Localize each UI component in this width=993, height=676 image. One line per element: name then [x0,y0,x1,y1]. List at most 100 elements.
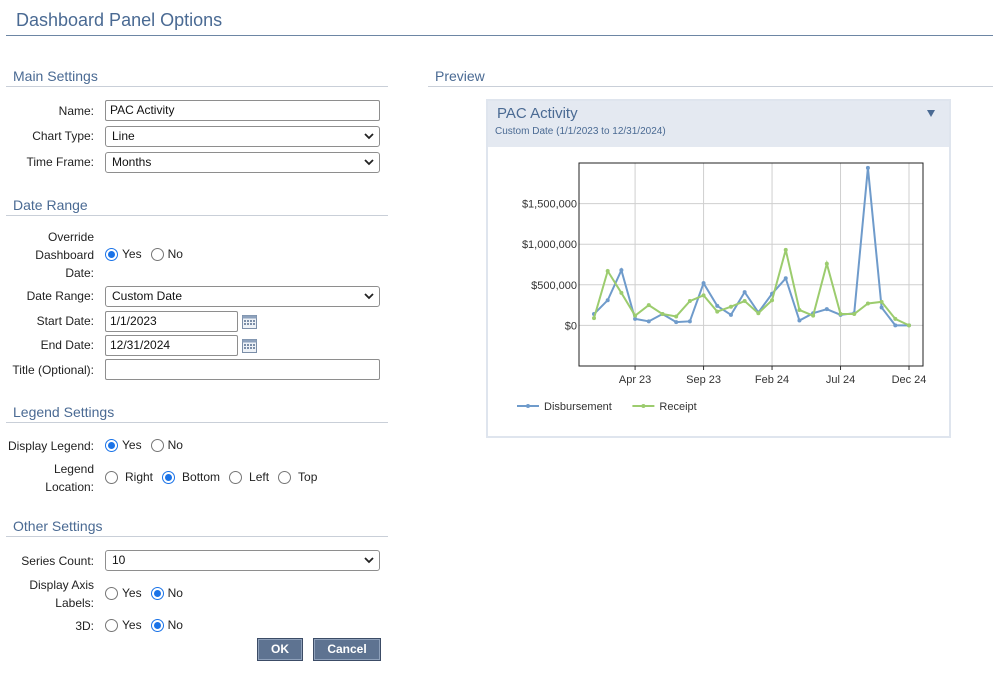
legend-location-radio-group: Right Bottom Left Top [105,470,326,484]
series-count-select[interactable]: 10 [105,550,380,571]
legend-right-radio[interactable] [105,470,118,484]
title-divider [6,35,993,36]
override-yes-radio[interactable] [105,247,118,261]
data-point-receipt [811,313,816,318]
time-frame-label: Time Frame: [26,155,94,169]
data-point-receipt [879,299,884,304]
preview-chart-area: $0 $500,000 $1,000,000 $1,500,000 Apr 23 Sep … [488,147,949,436]
data-point-receipt [756,311,761,316]
x-tick-label: Dec 24 [892,374,927,386]
override-radio-group: Yes No [105,247,192,261]
data-point-disbursement [797,318,802,323]
x-tick-label: Jul 24 [826,374,855,386]
series-count-label: Series Count: [21,554,94,568]
chevron-down-icon [364,557,374,564]
display-legend-label: Display Legend: [7,439,94,453]
line-chart: $0 $500,000 $1,000,000 $1,500,000 Apr 23 Sep … [517,162,927,413]
legend-marker-receipt [641,404,646,408]
triangle-down-icon[interactable] [926,108,936,118]
name-label: Name: [58,104,94,118]
data-point-disbursement [687,319,692,324]
data-point-disbursement [619,268,624,273]
display-legend-radio-group: Yes No [105,438,192,452]
data-point-receipt [824,261,829,266]
data-point-receipt [674,314,679,319]
data-point-receipt [783,247,788,252]
display-legend-yes-radio[interactable] [105,438,118,452]
date-range-heading: Date Range [6,194,388,216]
legend-label-receipt: Receipt [659,401,696,413]
preview-heading: Preview [428,65,993,87]
threed-yes-radio[interactable] [105,618,118,632]
override-label-line2: Dashboard [35,248,94,262]
threed-label: 3D: [75,619,94,633]
legend-top-radio[interactable] [278,470,292,484]
data-point-receipt [865,301,870,306]
data-point-receipt [687,299,692,304]
threed-no-label: No [167,618,183,632]
display-legend-no-radio[interactable] [150,438,164,452]
axis-labels-radio-group: Yes No [105,586,192,600]
axis-labels-yes-radio[interactable] [105,586,118,600]
data-point-disbursement [783,276,788,281]
ok-button[interactable]: OK [257,638,303,661]
data-point-receipt [592,316,596,321]
title-optional-label: Title (Optional): [12,363,94,377]
x-tick-label: Sep 23 [686,374,721,386]
y-tick-label: $1,500,000 [522,199,577,211]
chevron-down-icon [364,159,374,166]
legend-left-label: Left [249,470,270,484]
data-point-disbursement [605,298,610,303]
legend-bottom-radio[interactable] [162,470,176,484]
calendar-icon[interactable] [242,314,257,329]
title-optional-input[interactable] [105,359,380,380]
time-frame-select[interactable]: Months [105,152,380,173]
cancel-button[interactable]: Cancel [313,638,381,661]
legend-location-label-line2: Location: [45,480,94,494]
override-label-line1: Override [47,230,94,244]
override-no-label: No [167,247,183,261]
data-point-disbursement [701,281,706,286]
data-point-receipt [701,293,706,298]
series-count-value: 10 [112,553,126,567]
preview-panel-header: PAC Activity Custom Date (1/1/2023 to 12… [488,101,949,147]
data-point-receipt [605,268,610,273]
data-point-disbursement [824,307,829,312]
chart-type-label: Chart Type: [32,129,94,143]
data-point-receipt [728,304,733,309]
data-point-receipt [633,313,638,318]
axis-labels-label-line1: Display Axis [29,578,94,592]
name-input[interactable]: PAC Activity [105,100,380,121]
override-no-radio[interactable] [150,247,164,261]
axis-labels-no-radio[interactable] [150,586,164,600]
start-date-label: Start Date: [36,314,94,328]
date-range-value: Custom Date [112,289,183,303]
page-title: Dashboard Panel Options [16,10,223,30]
date-range-select[interactable]: Custom Date [105,286,380,307]
data-point-receipt [838,312,843,317]
override-label-line3: Date: [65,266,94,280]
chevron-down-icon [364,293,374,300]
data-point-disbursement [865,165,870,170]
y-tick-label: $500,000 [531,280,577,292]
end-date-input[interactable]: 12/31/2024 [105,335,238,356]
axis-labels-yes-label: Yes [122,586,142,600]
chart-type-select[interactable]: Line [105,126,380,147]
data-point-receipt [852,312,857,317]
date-range-label: Date Range: [26,289,94,303]
x-tick-label: Apr 23 [619,374,651,386]
legend-left-radio[interactable] [229,470,243,484]
threed-yes-label: Yes [122,618,142,632]
legend-top-label: Top [298,470,318,484]
data-point-receipt [619,290,624,295]
y-tick-label: $1,000,000 [522,239,577,251]
data-point-receipt [893,316,898,321]
threed-no-radio[interactable] [150,618,164,632]
preview-panel: PAC Activity Custom Date (1/1/2023 to 12… [486,99,951,438]
data-point-disbursement [646,319,651,324]
start-date-input[interactable]: 1/1/2023 [105,311,238,332]
calendar-icon[interactable] [242,338,257,353]
legend-settings-heading: Legend Settings [6,401,388,423]
axis-labels-no-label: No [167,586,183,600]
data-point-receipt [907,323,911,328]
